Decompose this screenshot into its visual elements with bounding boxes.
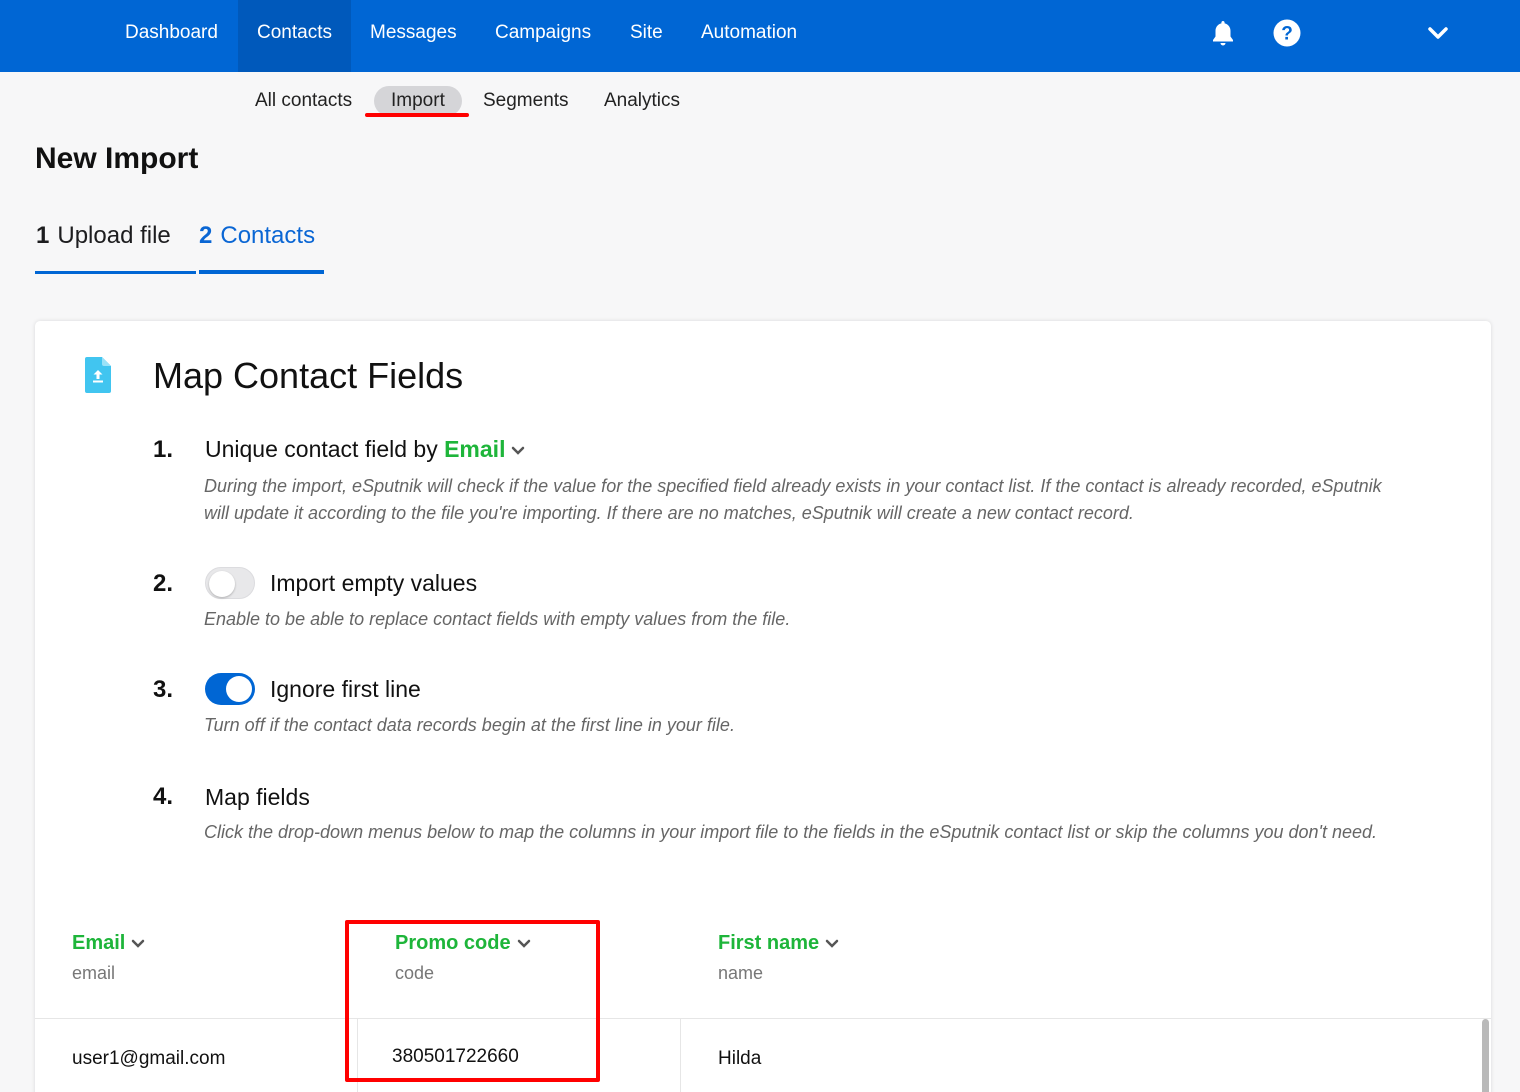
item-description: Enable to be able to replace contact fie… <box>204 609 791 629</box>
page-title: New Import <box>35 142 199 175</box>
step-number: 1 <box>36 222 50 249</box>
step-upload-file[interactable]: 1 Upload file <box>35 222 196 274</box>
map-fields-card: Map Contact Fields 1. Unique contact fie… <box>35 321 1491 1092</box>
help-icon[interactable]: ? <box>1272 18 1302 48</box>
item-description: Turn off if the contact data records beg… <box>204 715 735 735</box>
column-field-label: First name <box>718 932 820 954</box>
column-source: name <box>718 963 764 983</box>
ignore-first-line-toggle[interactable] <box>205 673 255 705</box>
chevron-down-icon <box>132 939 145 948</box>
top-navigation: Dashboard Contacts Messages Campaigns Si… <box>0 0 1520 72</box>
column-field-label: Email <box>72 932 126 954</box>
column-source: code <box>395 963 435 983</box>
item-heading: Import empty values <box>270 570 478 596</box>
chevron-down-icon[interactable] <box>1423 18 1453 48</box>
column-field-dropdown-promo-code[interactable]: Promo code <box>395 932 531 955</box>
subnav-analytics[interactable]: Analytics <box>587 86 697 116</box>
item-number: 3. <box>153 676 174 703</box>
table-cell: Hilda <box>718 1048 762 1069</box>
chevron-down-icon <box>825 939 839 948</box>
step-label: Upload file <box>57 222 171 249</box>
nav-dashboard[interactable]: Dashboard <box>106 0 237 72</box>
step-number: 2 <box>199 222 213 249</box>
nav-messages[interactable]: Messages <box>351 0 476 72</box>
item-number: 2. <box>153 570 174 597</box>
step-label: Contacts <box>220 222 316 249</box>
import-empty-values-toggle[interactable] <box>205 567 255 599</box>
column-field-dropdown-email[interactable]: Email <box>72 932 145 955</box>
unique-field-heading: Unique contact field by Email <box>205 436 525 463</box>
file-upload-icon <box>85 357 111 398</box>
column-field-dropdown-first-name[interactable]: First name <box>718 932 839 955</box>
subnav-all-contacts[interactable]: All contacts <box>238 86 369 116</box>
item-heading: Ignore first line <box>270 676 421 702</box>
nav-automation[interactable]: Automation <box>682 0 816 72</box>
table-cell: user1@gmail.com <box>72 1048 226 1069</box>
chevron-down-icon <box>512 446 525 455</box>
vertical-scrollbar[interactable] <box>1482 1019 1489 1092</box>
subnav-segments[interactable]: Segments <box>466 86 586 116</box>
step-contacts[interactable]: 2 Contacts <box>199 222 324 274</box>
column-source: email <box>72 963 116 983</box>
column-field-label: Promo code <box>395 932 511 954</box>
table-divider <box>35 1018 1491 1019</box>
item-description: During the import, eSputnik will check i… <box>204 476 1382 523</box>
toggle-knob <box>209 571 235 597</box>
unique-field-dropdown[interactable]: Email <box>444 436 525 462</box>
column-divider <box>680 1019 681 1092</box>
highlight-underline <box>365 113 469 117</box>
nav-site[interactable]: Site <box>611 0 682 72</box>
chevron-down-icon <box>517 939 530 948</box>
unique-field-label: Unique contact field by <box>205 436 438 462</box>
nav-contacts[interactable]: Contacts <box>238 0 351 72</box>
bell-icon[interactable] <box>1208 18 1238 48</box>
nav-campaigns[interactable]: Campaigns <box>476 0 610 72</box>
item-heading: Map fields <box>205 784 310 810</box>
subnav-import[interactable]: Import <box>374 86 462 116</box>
svg-text:?: ? <box>1281 24 1293 45</box>
unique-field-value: Email <box>444 436 506 462</box>
item-description: Click the drop-down menus below to map t… <box>204 822 1378 842</box>
item-number: 4. <box>153 783 174 810</box>
card-title: Map Contact Fields <box>153 355 464 396</box>
item-number: 1. <box>153 436 174 463</box>
toggle-knob <box>226 676 252 702</box>
table-cell: 380501722660 <box>392 1046 519 1067</box>
column-divider <box>357 1019 358 1092</box>
